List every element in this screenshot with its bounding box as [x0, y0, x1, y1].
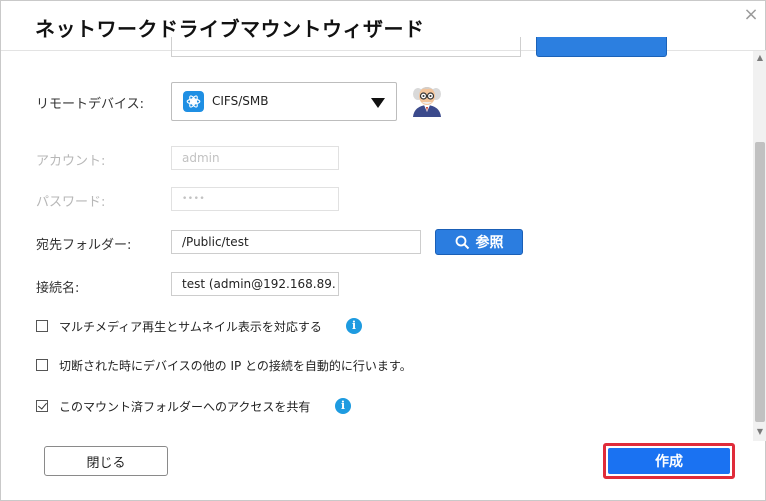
connection-name-value: test (admin@192.168.89.: [182, 277, 336, 291]
auto-reconnect-checkbox[interactable]: [36, 359, 48, 371]
create-button[interactable]: 作成: [608, 448, 730, 474]
dropdown-arrow-icon: [371, 98, 385, 108]
close-button[interactable]: 閉じる: [44, 446, 168, 476]
share-access-checkbox[interactable]: [36, 400, 48, 412]
mount-wizard-dialog: ネットワークドライブマウントウィザード × ▲ ▼ リモートデバイス: CIFS…: [0, 0, 766, 501]
destination-folder-field[interactable]: /Public/test: [171, 230, 421, 254]
password-field[interactable]: ••••: [171, 187, 339, 211]
close-icon[interactable]: ×: [741, 5, 761, 25]
connection-name-label: 接続名:: [36, 281, 80, 296]
network-protocol-icon: [183, 91, 204, 112]
account-field[interactable]: admin: [171, 146, 339, 170]
password-label: パスワード:: [36, 195, 106, 210]
account-label: アカウント:: [36, 154, 106, 169]
option-auto-reconnect[interactable]: 切断された時にデバイスの他の IP との接続を自動的に行います。: [36, 357, 412, 373]
remote-device-select[interactable]: CIFS/SMB: [171, 82, 397, 121]
auto-reconnect-option-label: 切断された時にデバイスの他の IP との接続を自動的に行います。: [59, 358, 412, 373]
info-icon[interactable]: i: [335, 398, 351, 414]
scrollbar-thumb[interactable]: [755, 142, 765, 422]
scrolled-input-remnant: [171, 37, 521, 57]
destination-folder-label: 宛先フォルダー:: [36, 238, 132, 253]
info-icon[interactable]: i: [346, 318, 362, 334]
browse-button-label: 参照: [475, 235, 504, 251]
assistant-avatar-icon: [410, 85, 444, 117]
browse-button[interactable]: 参照: [435, 229, 523, 255]
multimedia-option-label: マルチメディア再生とサムネイル表示を対応する: [59, 319, 322, 334]
share-access-option-label: このマウント済フォルダーへのアクセスを共有: [59, 399, 311, 414]
multimedia-checkbox[interactable]: [36, 320, 48, 332]
scroll-down-arrow-icon[interactable]: ▼: [753, 425, 766, 439]
connection-name-field[interactable]: test (admin@192.168.89.: [171, 272, 339, 296]
scrolled-button-remnant: [536, 37, 667, 57]
option-share-access[interactable]: このマウント済フォルダーへのアクセスを共有: [36, 398, 310, 414]
search-icon: [455, 235, 469, 249]
remote-device-value: CIFS/SMB: [212, 94, 269, 108]
option-multimedia-thumbnail[interactable]: マルチメディア再生とサムネイル表示を対応する: [36, 318, 322, 334]
scroll-up-arrow-icon[interactable]: ▲: [753, 51, 766, 65]
remote-device-label: リモートデバイス:: [36, 97, 144, 112]
